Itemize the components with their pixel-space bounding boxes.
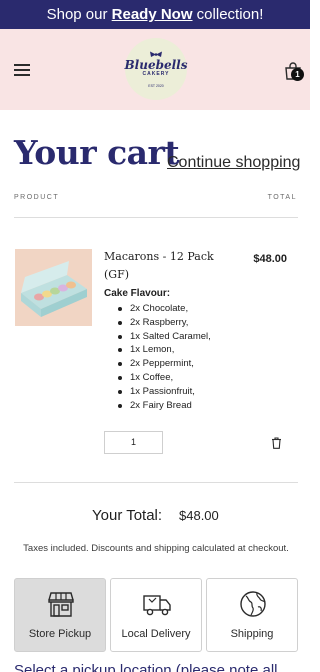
option-label: Shipping [230, 628, 274, 640]
local-delivery-option[interactable]: Local Delivery [110, 578, 202, 652]
list-item: 1x Lemon, [116, 343, 211, 357]
column-header-product: PRODUCT [14, 194, 60, 201]
list-item: 2x Peppermint, [116, 357, 211, 371]
list-item: 1x Coffee, [116, 371, 211, 385]
cart-count-badge: 1 [291, 68, 304, 81]
store-icon [48, 592, 74, 617]
list-item: 2x Chocolate, [116, 302, 211, 316]
divider [14, 482, 298, 483]
logo-name: Bluebells [124, 57, 188, 72]
site-header: Bluebells CAKERY EST 2020 1 [0, 29, 310, 110]
logo-established: EST 2020 [148, 83, 164, 88]
announcement-suffix: collection! [192, 6, 264, 23]
taxes-note: Taxes included. Discounts and shipping c… [23, 543, 289, 554]
product-price: $48.00 [253, 253, 287, 265]
total-label: Your Total: [92, 507, 163, 524]
list-item: 2x Fairy Bread [116, 399, 211, 413]
logo-subtitle: CAKERY [142, 70, 170, 77]
column-header-total: TOTAL [267, 194, 297, 201]
truck-icon [143, 595, 171, 616]
list-item: 2x Raspberry, [116, 316, 211, 330]
page-title: Your cart [14, 133, 180, 172]
bow-icon [150, 51, 162, 57]
product-name[interactable]: Macarons - 12 Pack (GF) [104, 248, 214, 284]
announcement-prefix: Shop our [46, 6, 112, 23]
pickup-location-heading: Select a pickup location (please note al… [14, 662, 278, 672]
total-value: $48.00 [179, 508, 219, 523]
option-label: Store Pickup [28, 628, 92, 640]
store-pickup-option[interactable]: Store Pickup [14, 578, 106, 652]
flavour-list: 2x Chocolate, 2x Raspberry, 1x Salted Ca… [116, 302, 211, 412]
quantity-input[interactable]: 1 [104, 431, 163, 454]
menu-icon[interactable] [14, 64, 30, 76]
flavour-label: Cake Flavour: [104, 288, 171, 299]
list-item: 1x Salted Caramel, [116, 330, 211, 344]
continue-shopping-link[interactable]: Continue shopping [167, 153, 300, 173]
product-image[interactable] [15, 249, 92, 326]
divider [14, 217, 298, 218]
option-label: Local Delivery [121, 628, 191, 640]
ready-now-link[interactable]: Ready Now [112, 6, 193, 23]
shipping-option[interactable]: Shipping [206, 578, 298, 652]
list-item: 1x Passionfruit, [116, 385, 211, 399]
announcement-bar: Shop our Ready Now collection! [0, 0, 310, 29]
trash-icon[interactable] [271, 437, 282, 449]
logo[interactable]: Bluebells CAKERY EST 2020 [125, 38, 187, 100]
globe-icon [240, 591, 266, 617]
